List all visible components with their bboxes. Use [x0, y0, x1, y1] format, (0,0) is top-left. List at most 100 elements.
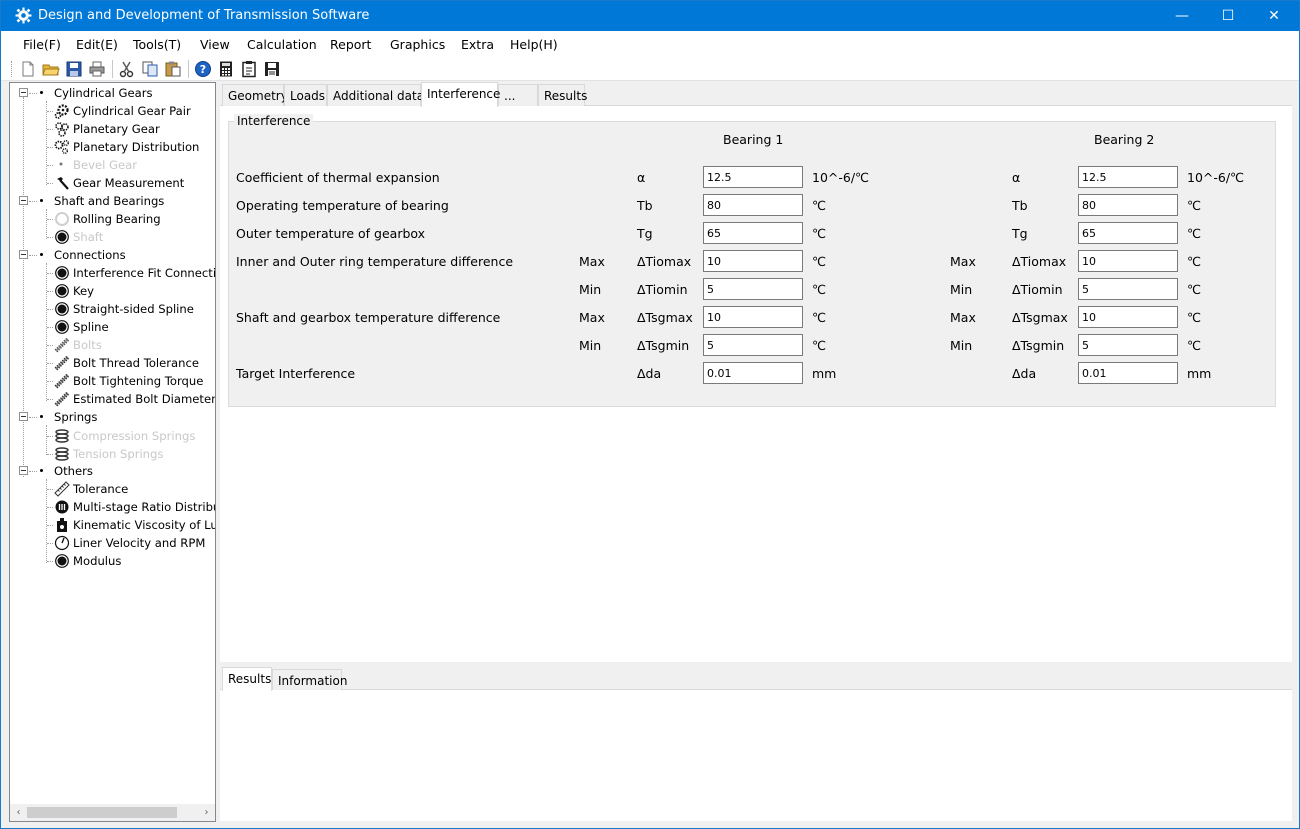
- tiomin-bearing2-input[interactable]: [1078, 278, 1178, 300]
- cut-icon[interactable]: [118, 60, 136, 78]
- menu-calculation[interactable]: Calculation: [247, 37, 317, 52]
- tree-item-cylindrical-gear-pair[interactable]: Cylindrical Gear Pair: [10, 102, 215, 120]
- tree-item-tension-springs[interactable]: Tension Springs: [10, 445, 215, 463]
- close-button[interactable]: ✕: [1251, 1, 1297, 31]
- tab-additional-data[interactable]: Additional data: [327, 84, 424, 106]
- collapse-toggle[interactable]: [19, 196, 28, 205]
- menu-graphics[interactable]: Graphics: [390, 37, 445, 52]
- maximize-button[interactable]: ☐: [1205, 1, 1251, 31]
- alpha-bearing2-input[interactable]: [1078, 166, 1178, 188]
- tree-item-estimated-bolt-diameter[interactable]: Estimated Bolt Diameter: [10, 390, 215, 408]
- output-tab-strip: Results Information: [220, 664, 1292, 691]
- tab-results[interactable]: Results: [538, 84, 587, 106]
- menu-extra[interactable]: Extra: [461, 37, 494, 52]
- tsgmax-bearing1-input[interactable]: [703, 306, 803, 328]
- tree-item-modulus[interactable]: Modulus: [10, 552, 215, 570]
- scroll-right-arrow-icon[interactable]: ›: [198, 805, 215, 820]
- clipboard-icon[interactable]: [240, 60, 258, 78]
- tree-group-connections[interactable]: Connections: [10, 246, 215, 264]
- tree-item-spline[interactable]: Spline: [10, 318, 215, 336]
- tiomax-bearing1-input[interactable]: [703, 250, 803, 272]
- toolbar-separator: [112, 60, 113, 78]
- copy-icon[interactable]: [141, 60, 159, 78]
- disc-icon: [54, 553, 70, 569]
- tiomin-bearing1-input[interactable]: [703, 278, 803, 300]
- da-bearing1-input[interactable]: [703, 362, 803, 384]
- tab-information[interactable]: Information: [272, 669, 347, 690]
- calculator-icon[interactable]: [217, 60, 235, 78]
- tiomax-bearing2-input[interactable]: [1078, 250, 1178, 272]
- tree-item-bolt-thread-tolerance[interactable]: Bolt Thread Tolerance: [10, 354, 215, 372]
- menu-edit[interactable]: Edit(E): [76, 37, 118, 52]
- symbol-tiomax-b2: ΔTiomax: [1012, 254, 1067, 269]
- collapse-toggle[interactable]: [19, 466, 28, 475]
- tab-geometry[interactable]: Geometry: [222, 84, 288, 106]
- dot-icon: [54, 157, 70, 173]
- print-icon[interactable]: [88, 60, 106, 78]
- tab-interference[interactable]: Interference: [421, 82, 500, 107]
- tree-item-bolt-tightening-torque[interactable]: Bolt Tightening Torque: [10, 372, 215, 390]
- tree-item-kinematic-viscosity[interactable]: Kinematic Viscosity of Lubr: [10, 516, 215, 534]
- alpha-bearing1-input[interactable]: [703, 166, 803, 188]
- bolt-icon: [54, 337, 70, 353]
- tree-item-shaft[interactable]: Shaft: [10, 228, 215, 246]
- symbol-tsgmin-b2: ΔTsgmin: [1012, 338, 1065, 353]
- new-file-icon[interactable]: [19, 60, 37, 78]
- tree-item-label: Spline: [73, 320, 109, 334]
- tree-group-shaft-and-bearings[interactable]: Shaft and Bearings: [10, 192, 215, 210]
- tab-more[interactable]: ...: [498, 84, 538, 106]
- menu-help[interactable]: Help(H): [510, 37, 558, 52]
- row-label-shaft-gearbox-difference: Shaft and gearbox temperature difference: [236, 310, 501, 325]
- collapse-toggle[interactable]: [19, 88, 28, 97]
- tsgmin-bearing1-input[interactable]: [703, 334, 803, 356]
- paste-icon[interactable]: [164, 60, 182, 78]
- tab-results-output[interactable]: Results: [222, 667, 272, 691]
- symbol-tb-b2: Tb: [1012, 198, 1028, 213]
- tb-bearing2-input[interactable]: [1078, 194, 1178, 216]
- tree-item-straight-sided-spline[interactable]: Straight-sided Spline: [10, 300, 215, 318]
- planetary-distribution-icon: [54, 139, 70, 155]
- tree-item-planetary-distribution[interactable]: Planetary Distribution: [10, 138, 215, 156]
- tree-group-springs[interactable]: Springs: [10, 408, 215, 426]
- unit-tiomax-b2: ℃: [1187, 254, 1202, 269]
- tg-bearing1-input[interactable]: [703, 222, 803, 244]
- tree-horizontal-scrollbar[interactable]: ‹ ›: [10, 804, 215, 821]
- tree-item-gear-measurement[interactable]: Gear Measurement: [10, 174, 215, 192]
- scroll-thumb[interactable]: [27, 807, 177, 818]
- tree-item-compression-springs[interactable]: Compression Springs: [10, 427, 215, 445]
- tree-group-others[interactable]: Others: [10, 462, 215, 480]
- menu-view[interactable]: View: [200, 37, 230, 52]
- tree-item-liner-velocity[interactable]: Liner Velocity and RPM: [10, 534, 215, 552]
- menu-file[interactable]: File(F): [23, 37, 61, 52]
- tsgmin-bearing2-input[interactable]: [1078, 334, 1178, 356]
- menu-report[interactable]: Report: [330, 37, 371, 52]
- tree-item-bolts[interactable]: Bolts: [10, 336, 215, 354]
- scroll-left-arrow-icon[interactable]: ‹: [10, 805, 27, 820]
- collapse-toggle[interactable]: [19, 250, 28, 259]
- tree-group-cylindrical-gears[interactable]: Cylindrical Gears: [10, 84, 215, 102]
- save-as-icon[interactable]: [263, 60, 281, 78]
- help-icon[interactable]: ?: [194, 60, 212, 78]
- tree-item-rolling-bearing[interactable]: Rolling Bearing: [10, 210, 215, 228]
- tree-item-tolerance[interactable]: Tolerance: [10, 480, 215, 498]
- minimize-button[interactable]: —: [1159, 1, 1205, 31]
- gear-icon: [54, 103, 70, 119]
- save-icon[interactable]: [65, 60, 83, 78]
- collapse-toggle[interactable]: [19, 412, 28, 421]
- tg-bearing2-input[interactable]: [1078, 222, 1178, 244]
- da-bearing2-input[interactable]: [1078, 362, 1178, 384]
- tree-item-key[interactable]: Key: [10, 282, 215, 300]
- open-folder-icon[interactable]: [42, 60, 60, 78]
- tree-group-label: Connections: [54, 248, 126, 262]
- tsgmax-bearing2-input[interactable]: [1078, 306, 1178, 328]
- tree-item-label: Compression Springs: [73, 429, 196, 443]
- tree-item-bevel-gear[interactable]: Bevel Gear: [10, 156, 215, 174]
- tree-item-planetary-gear[interactable]: Planetary Gear: [10, 120, 215, 138]
- menu-tools[interactable]: Tools(T): [133, 37, 181, 52]
- tree-item-multi-stage-ratio[interactable]: Multi-stage Ratio Distributi: [10, 498, 215, 516]
- toolbar-grip[interactable]: [11, 61, 14, 77]
- tab-loads[interactable]: Loads: [284, 84, 327, 106]
- tree-item-interference-fit-connection[interactable]: Interference Fit Connection: [10, 264, 215, 282]
- tree-item-label: Multi-stage Ratio Distributi: [73, 500, 216, 514]
- tb-bearing1-input[interactable]: [703, 194, 803, 216]
